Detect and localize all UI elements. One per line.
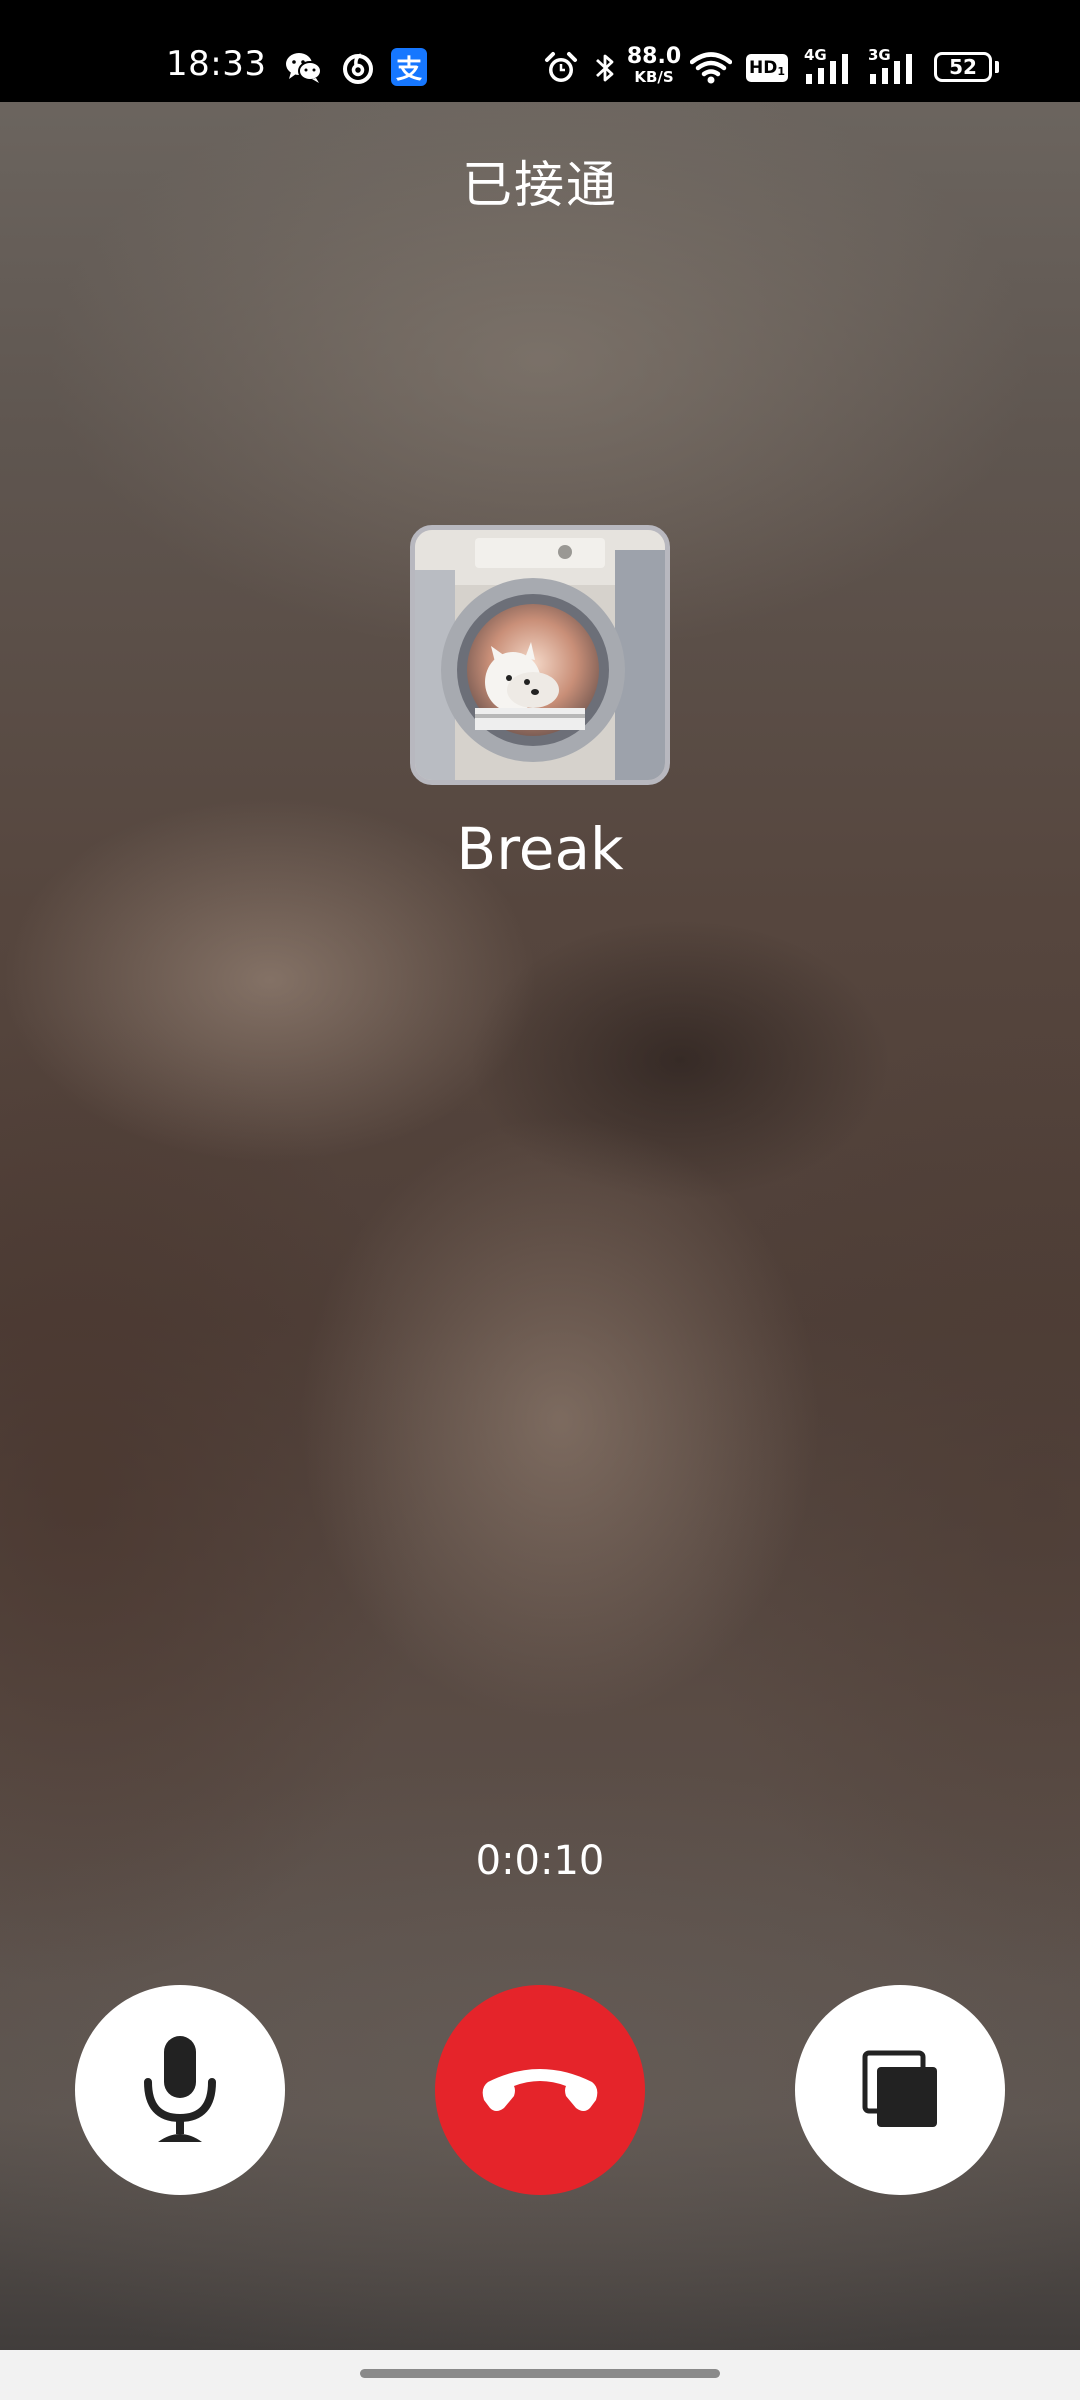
signal-4g-label: 4G xyxy=(804,46,827,64)
hd-icon: HD 1 xyxy=(746,54,788,82)
status-bar: 18:33 支 88.0 KB/S HD 1 4G 3G 52 xyxy=(0,0,1080,102)
hd-sub: 1 xyxy=(777,64,785,78)
bluetooth-icon xyxy=(592,50,618,86)
alarm-icon xyxy=(543,50,579,86)
status-time: 18:33 xyxy=(166,44,267,84)
home-indicator[interactable] xyxy=(360,2369,720,2378)
network-speed: 88.0 KB/S xyxy=(626,46,682,85)
alipay-glyph: 支 xyxy=(395,54,422,85)
call-status: 已接通 xyxy=(462,156,618,214)
mute-button[interactable] xyxy=(75,1985,285,2195)
battery-tip xyxy=(995,61,999,73)
voice-call-screen: 18:33 支 88.0 KB/S HD 1 4G 3G 52 已接通 Brea… xyxy=(0,0,1080,2400)
avatar-image xyxy=(415,530,665,780)
contact-name: Break xyxy=(456,815,624,883)
battery-level: 52 xyxy=(949,55,977,79)
floating-window-button[interactable] xyxy=(795,1985,1005,2195)
microphone-icon xyxy=(144,2036,216,2142)
wifi-icon xyxy=(689,50,733,86)
signal-3g-label: 3G xyxy=(868,46,891,64)
alipay-icon: 支 xyxy=(391,48,427,86)
hd-label: HD xyxy=(749,58,778,78)
hang-up-icon xyxy=(482,2069,598,2111)
network-speed-value: 88.0 xyxy=(626,44,682,69)
contact-avatar xyxy=(410,525,670,785)
end-call-button[interactable] xyxy=(435,1985,645,2195)
call-timer: 0:0:10 xyxy=(475,1838,605,1884)
network-speed-unit: KB/S xyxy=(634,68,674,86)
floating-window-icon xyxy=(862,2050,937,2127)
signal-3g-icon: 3G xyxy=(868,46,920,86)
wechat-icon xyxy=(284,50,324,86)
battery-icon: 52 xyxy=(934,52,992,82)
netease-music-icon xyxy=(340,50,376,86)
signal-4g-icon: 4G xyxy=(804,46,856,86)
